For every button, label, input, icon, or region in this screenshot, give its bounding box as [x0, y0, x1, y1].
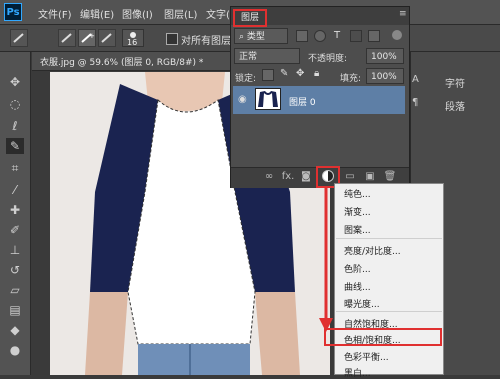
panel-menu-icon[interactable]: ≡: [399, 9, 407, 19]
blur-tool-icon[interactable]: ◆: [6, 322, 24, 338]
menu-gradient[interactable]: 渐变...: [344, 205, 371, 218]
fill-field[interactable]: 100%: [366, 68, 404, 84]
folder-icon[interactable]: ▭: [343, 170, 357, 184]
healing-brush-tool-icon[interactable]: ✚: [6, 202, 24, 218]
menu-separator: [336, 238, 442, 239]
lock-pixels-icon[interactable]: ✎: [280, 68, 288, 79]
character-panel-label[interactable]: 字符: [445, 75, 465, 90]
new-layer-icon[interactable]: ▣: [363, 170, 377, 184]
adjustment-icon: [322, 170, 334, 182]
menu-file[interactable]: 文件(F): [38, 6, 72, 21]
document-tab-title: 衣服.jpg @ 59.6% (图层 0, RGB/8#) *: [40, 58, 204, 68]
eyedropper-tool-icon[interactable]: ⁄: [6, 182, 24, 198]
menu-solid-color[interactable]: 纯色...: [344, 187, 371, 200]
mask-icon[interactable]: ◙: [299, 170, 313, 184]
pixel-filter-icon[interactable]: [296, 30, 308, 42]
search-icon: ⌕: [239, 32, 247, 42]
layers-tab[interactable]: 图层: [233, 9, 267, 27]
lasso-tool-icon[interactable]: ℓ: [6, 118, 24, 134]
sample-all-layers-checkbox[interactable]: [166, 33, 178, 45]
clone-stamp-tool-icon[interactable]: ⊥: [6, 242, 24, 258]
trash-icon[interactable]: 🗑︎: [383, 170, 397, 184]
menu-curves[interactable]: 曲线...: [344, 280, 371, 293]
brush-size-picker[interactable]: 16: [122, 29, 144, 47]
lock-all-icon[interactable]: 🔒︎: [314, 68, 319, 79]
character-icon[interactable]: A: [412, 74, 419, 85]
gradient-tool-icon[interactable]: ▤: [6, 302, 24, 318]
blend-mode-dropdown[interactable]: 正常: [234, 48, 300, 64]
photoshop-logo: Ps: [4, 3, 22, 21]
fx-icon[interactable]: fx.: [281, 170, 295, 184]
visibility-eye-icon[interactable]: ◉: [238, 94, 247, 105]
type-filter-icon[interactable]: T: [334, 30, 340, 41]
smart-object-filter-icon[interactable]: [368, 30, 380, 42]
new-selection-icon[interactable]: [58, 29, 76, 47]
move-tool-icon[interactable]: ✥: [6, 74, 24, 90]
fill-label: 填充:: [340, 74, 362, 84]
subtract-selection-icon[interactable]: [98, 29, 116, 47]
paragraph-icon[interactable]: ¶: [412, 97, 418, 108]
menu-color-balance[interactable]: 色彩平衡...: [344, 350, 389, 363]
quick-selection-tool-icon[interactable]: ✎: [6, 138, 24, 154]
menu-brightness-contrast[interactable]: 亮度/对比度...: [344, 244, 401, 257]
layer-filter-value: 类型: [246, 32, 265, 42]
svg-text:+: +: [89, 32, 95, 40]
tool-preset-icon[interactable]: [10, 29, 28, 47]
marquee-tool-icon[interactable]: ◌: [6, 96, 24, 112]
shape-filter-icon[interactable]: [350, 30, 362, 42]
menu-pattern[interactable]: 图案...: [344, 223, 371, 236]
layer-name[interactable]: 图层 0: [289, 95, 316, 108]
paragraph-panel-label[interactable]: 段落: [445, 98, 465, 113]
menu-exposure[interactable]: 曝光度...: [344, 297, 380, 310]
menu-image[interactable]: 图像(I): [122, 6, 153, 21]
layer-thumbnail: [255, 88, 281, 110]
dodge-tool-icon[interactable]: ●: [6, 342, 24, 358]
lock-label: 锁定:: [235, 74, 257, 84]
brush-tool-icon[interactable]: ✐: [6, 222, 24, 238]
lock-transparent-icon[interactable]: [262, 69, 274, 81]
menu-layer[interactable]: 图层(L): [164, 6, 197, 21]
link-icon[interactable]: ∞: [262, 170, 276, 184]
opacity-field[interactable]: 100%: [366, 48, 404, 64]
menu-levels[interactable]: 色阶...: [344, 262, 371, 275]
crop-tool-icon[interactable]: ⌗: [6, 160, 24, 176]
adjustment-filter-icon[interactable]: [314, 30, 326, 42]
menu-black-white[interactable]: 黑白...: [344, 366, 371, 379]
eraser-tool-icon[interactable]: ▱: [6, 282, 24, 298]
menu-separator: [336, 311, 442, 312]
layer-filter-dropdown[interactable]: ⌕ 类型: [234, 28, 288, 44]
history-brush-tool-icon[interactable]: ↺: [6, 262, 24, 278]
filter-toggle-icon[interactable]: [392, 30, 402, 40]
lock-position-icon[interactable]: ✥: [296, 68, 304, 79]
add-to-selection-icon[interactable]: +: [78, 29, 96, 47]
opacity-label: 不透明度:: [308, 54, 348, 64]
hue-saturation-highlight: [324, 328, 442, 346]
brush-size-value: 16: [127, 38, 138, 47]
menu-edit[interactable]: 编辑(E): [80, 6, 114, 21]
